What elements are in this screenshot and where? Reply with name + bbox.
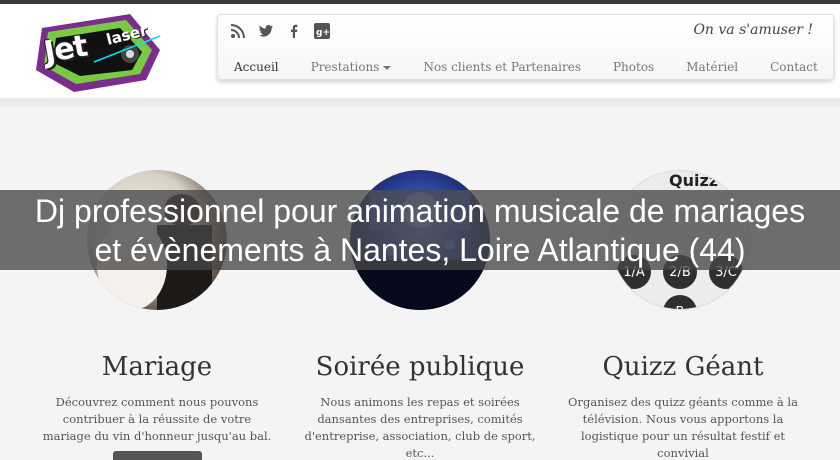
nav-item-prestations[interactable]: Prestations: [295, 60, 408, 74]
feature-text-soiree: Nous animons les repas et soirées dansan…: [304, 395, 536, 460]
social-links: g+: [230, 23, 330, 39]
nav-item-clients[interactable]: Nos clients et Partenaires: [407, 60, 597, 74]
nav-item-photos[interactable]: Photos: [597, 60, 670, 74]
quizz-answer-b: B: [663, 295, 697, 309]
nav-item-label: Prestations: [310, 60, 380, 74]
headline-line-1: Dj professionnel pour animation musicale…: [34, 193, 806, 229]
logo-text-jet: Jet: [41, 28, 90, 71]
headline-line-2: et évènements à Nantes, Loire Atlantique…: [94, 232, 746, 268]
feature-title-mariage: Mariage: [101, 352, 213, 382]
quizz-image-title: Quizz: [669, 171, 719, 190]
hero-headline: Dj professionnel pour animation musicale…: [0, 190, 840, 270]
nav-item-label: Contact: [770, 60, 818, 74]
site-tagline: On va s'amuser !: [693, 22, 813, 38]
rss-icon[interactable]: [230, 23, 246, 39]
nav-menu: Accueil Prestations Nos clients et Parte…: [218, 60, 834, 74]
nav-item-label: Matériel: [686, 60, 739, 74]
site-logo[interactable]: Jet laser: [34, 10, 164, 92]
header-divider: [0, 98, 840, 106]
feature-title-soiree: Soirée publique: [315, 352, 525, 382]
feature-title-quizz: Quizz Géant: [602, 352, 764, 382]
svg-text:g+: g+: [316, 28, 330, 38]
caret-down-icon: [383, 65, 392, 70]
main-navbar: g+ On va s'amuser ! Accueil Prestations …: [217, 14, 834, 80]
facebook-icon[interactable]: [286, 23, 302, 39]
nav-item-accueil[interactable]: Accueil: [218, 60, 295, 74]
google-plus-icon[interactable]: g+: [314, 23, 330, 39]
nav-item-materiel[interactable]: Matériel: [670, 60, 754, 74]
nav-item-label: Accueil: [234, 60, 279, 74]
nav-item-contact[interactable]: Contact: [754, 60, 834, 74]
twitter-icon[interactable]: [258, 23, 274, 39]
feature-text-mariage: Découvrez comment nous pouvons contribue…: [42, 395, 272, 443]
nav-item-label: Photos: [612, 60, 655, 74]
nav-item-label: Nos clients et Partenaires: [423, 60, 581, 74]
feature-text-quizz: Organisez des quizz géants comme à la té…: [568, 395, 798, 460]
mariage-more-button[interactable]: [113, 451, 202, 460]
